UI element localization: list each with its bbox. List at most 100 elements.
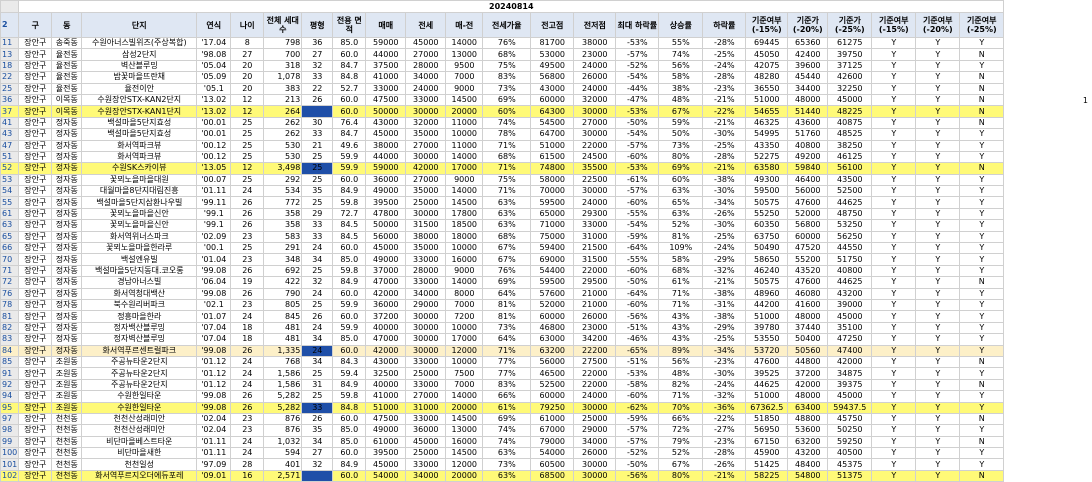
table-cell[interactable]: 68%	[658, 264, 704, 278]
table-cell[interactable]: 34200	[573, 333, 617, 346]
table-cell[interactable]: Y	[959, 207, 1005, 221]
table-cell[interactable]: 정자동	[51, 264, 83, 278]
table-cell[interactable]: -38%	[702, 173, 747, 187]
table-cell[interactable]: 85.0	[332, 36, 367, 50]
table-row[interactable]: 65 장안구 정자동 화서역위너스파크 '02.09 23 583 33 84.5 56000 38…	[0, 230, 1005, 244]
table-cell[interactable]: -60%	[615, 150, 660, 164]
table-cell[interactable]: 81%	[482, 310, 532, 323]
table-cell[interactable]: 28	[230, 458, 265, 471]
table-cell[interactable]: 67362.5	[745, 401, 789, 414]
table-cell[interactable]: 42600	[827, 71, 873, 84]
table-cell[interactable]: 481	[263, 333, 303, 346]
table-cell[interactable]: 29000	[405, 298, 447, 312]
table-cell[interactable]: 72%	[658, 424, 704, 437]
table-cell[interactable]: 24000	[573, 390, 617, 403]
table-cell[interactable]: Y	[959, 367, 1005, 380]
table-cell[interactable]: 70000	[530, 185, 575, 198]
table-cell[interactable]: N	[959, 48, 1005, 61]
table-row[interactable]: 41 장안구 정자동 백설마을5단지효성 '00.01 25 262 30 76.4 43000 3…	[0, 116, 1005, 130]
table-cell[interactable]: Y	[915, 321, 961, 335]
table-cell[interactable]: 장안구	[18, 242, 53, 255]
table-cell[interactable]: 30000	[573, 401, 617, 414]
table-cell[interactable]: 44000	[365, 150, 407, 164]
table-cell[interactable]: 33	[301, 128, 334, 141]
table-cell[interactable]: Y	[959, 344, 1005, 357]
table-cell[interactable]: 60.0	[332, 105, 367, 118]
table-cell[interactable]: 52500	[827, 185, 873, 198]
table-cell[interactable]: 수원아너스빌위즈(주상복합)	[81, 36, 198, 50]
table-cell[interactable]: 13000	[445, 48, 484, 61]
table-cell[interactable]: 51000	[365, 401, 407, 414]
table-cell[interactable]: 29300	[573, 207, 617, 221]
table-cell[interactable]: 34	[301, 435, 334, 449]
table-cell[interactable]: 9000	[445, 173, 484, 187]
table-cell[interactable]: N	[959, 435, 1005, 449]
table-cell[interactable]: Y	[915, 71, 961, 84]
table-cell[interactable]: 26	[230, 390, 265, 403]
table-cell[interactable]: 84.9	[332, 458, 367, 471]
table-cell[interactable]: 장안구	[18, 139, 53, 152]
table-cell[interactable]: 정자동	[51, 128, 83, 141]
table-cell[interactable]: N	[959, 355, 1005, 369]
table-cell[interactable]: 24000	[573, 59, 617, 73]
table-row[interactable]: 66 장안구 정자동 꽃뫼노을마을한라루 '00.1 25 291 24 60.0 45000 35…	[0, 242, 1005, 255]
table-cell[interactable]: 장안구	[18, 173, 53, 187]
table-cell[interactable]: -24%	[702, 242, 747, 255]
table-cell[interactable]: 75%	[482, 173, 532, 187]
table-cell[interactable]: 59.4	[332, 367, 367, 380]
table-cell[interactable]: 장안구	[18, 59, 53, 73]
table-cell[interactable]: 대월마을8단지대림진흥	[81, 185, 198, 198]
table-cell[interactable]: 47250	[827, 333, 873, 346]
table-cell[interactable]: 5,282	[263, 401, 303, 414]
table-cell[interactable]: 48800	[787, 412, 829, 426]
table-cell[interactable]: '02.1	[196, 298, 232, 312]
table-cell[interactable]: 43%	[658, 321, 704, 335]
table-cell[interactable]: Y	[915, 116, 961, 130]
table-cell[interactable]: 59.8	[332, 390, 367, 403]
table-cell[interactable]: 51850	[745, 412, 789, 426]
table-cell[interactable]: 48525	[827, 128, 873, 141]
table-cell[interactable]: 21000	[573, 287, 617, 301]
table-cell[interactable]: 264	[263, 105, 303, 118]
table-cell[interactable]: 51000	[530, 139, 575, 152]
table-cell[interactable]: 율전동	[51, 82, 83, 95]
table-cell[interactable]: 59.9	[332, 150, 367, 164]
table-cell[interactable]: Y	[871, 230, 917, 244]
table-cell[interactable]: Y	[959, 390, 1005, 403]
table-row[interactable]: 97 장안구 천천동 천천산성래미안 '02.04 23 876 26 60.0 47500 330…	[0, 412, 1005, 426]
table-cell[interactable]: 30	[301, 116, 334, 130]
table-cell[interactable]: 33	[301, 401, 334, 414]
column-header[interactable]: 기준여부 (-15%)	[745, 12, 789, 38]
table-cell[interactable]: -52%	[615, 447, 660, 460]
table-cell[interactable]: 23	[230, 298, 265, 312]
table-cell[interactable]: 장안구	[18, 162, 53, 175]
table-cell[interactable]: -57%	[615, 48, 660, 61]
table-cell[interactable]: 28000	[405, 264, 447, 278]
table-cell[interactable]: 60.0	[332, 412, 367, 426]
table-cell[interactable]: '02.04	[196, 412, 232, 426]
table-cell[interactable]: Y	[871, 116, 917, 130]
table-cell[interactable]: -51%	[615, 321, 660, 335]
table-cell[interactable]: 53000	[530, 48, 575, 61]
table-cell[interactable]: 63200	[787, 435, 829, 449]
table-cell[interactable]: 39525	[745, 367, 789, 380]
table-cell[interactable]: 47600	[787, 276, 829, 289]
table-cell[interactable]: '99.08	[196, 287, 232, 301]
table-cell[interactable]: 정자동	[51, 310, 83, 323]
table-cell[interactable]: 정자동	[51, 196, 83, 209]
table-cell[interactable]: 47500	[365, 412, 407, 426]
table-cell[interactable]: 25	[230, 173, 265, 187]
table-cell[interactable]: 33000	[365, 82, 407, 95]
table-cell[interactable]	[301, 105, 334, 118]
table-cell[interactable]: 74%	[482, 424, 532, 437]
table-cell[interactable]: 정자동	[51, 344, 83, 357]
table-cell[interactable]: N	[959, 105, 1005, 118]
table-cell[interactable]: 장안구	[18, 401, 53, 414]
table-cell[interactable]: 장안구	[18, 105, 53, 118]
table-cell[interactable]: Y	[871, 435, 917, 449]
table-cell[interactable]: 24000	[405, 82, 447, 95]
table-cell[interactable]: 24	[230, 185, 265, 198]
table-cell[interactable]: 60500	[530, 458, 575, 471]
table-cell[interactable]: 43350	[745, 139, 789, 152]
table-cell[interactable]: -59%	[615, 412, 660, 426]
